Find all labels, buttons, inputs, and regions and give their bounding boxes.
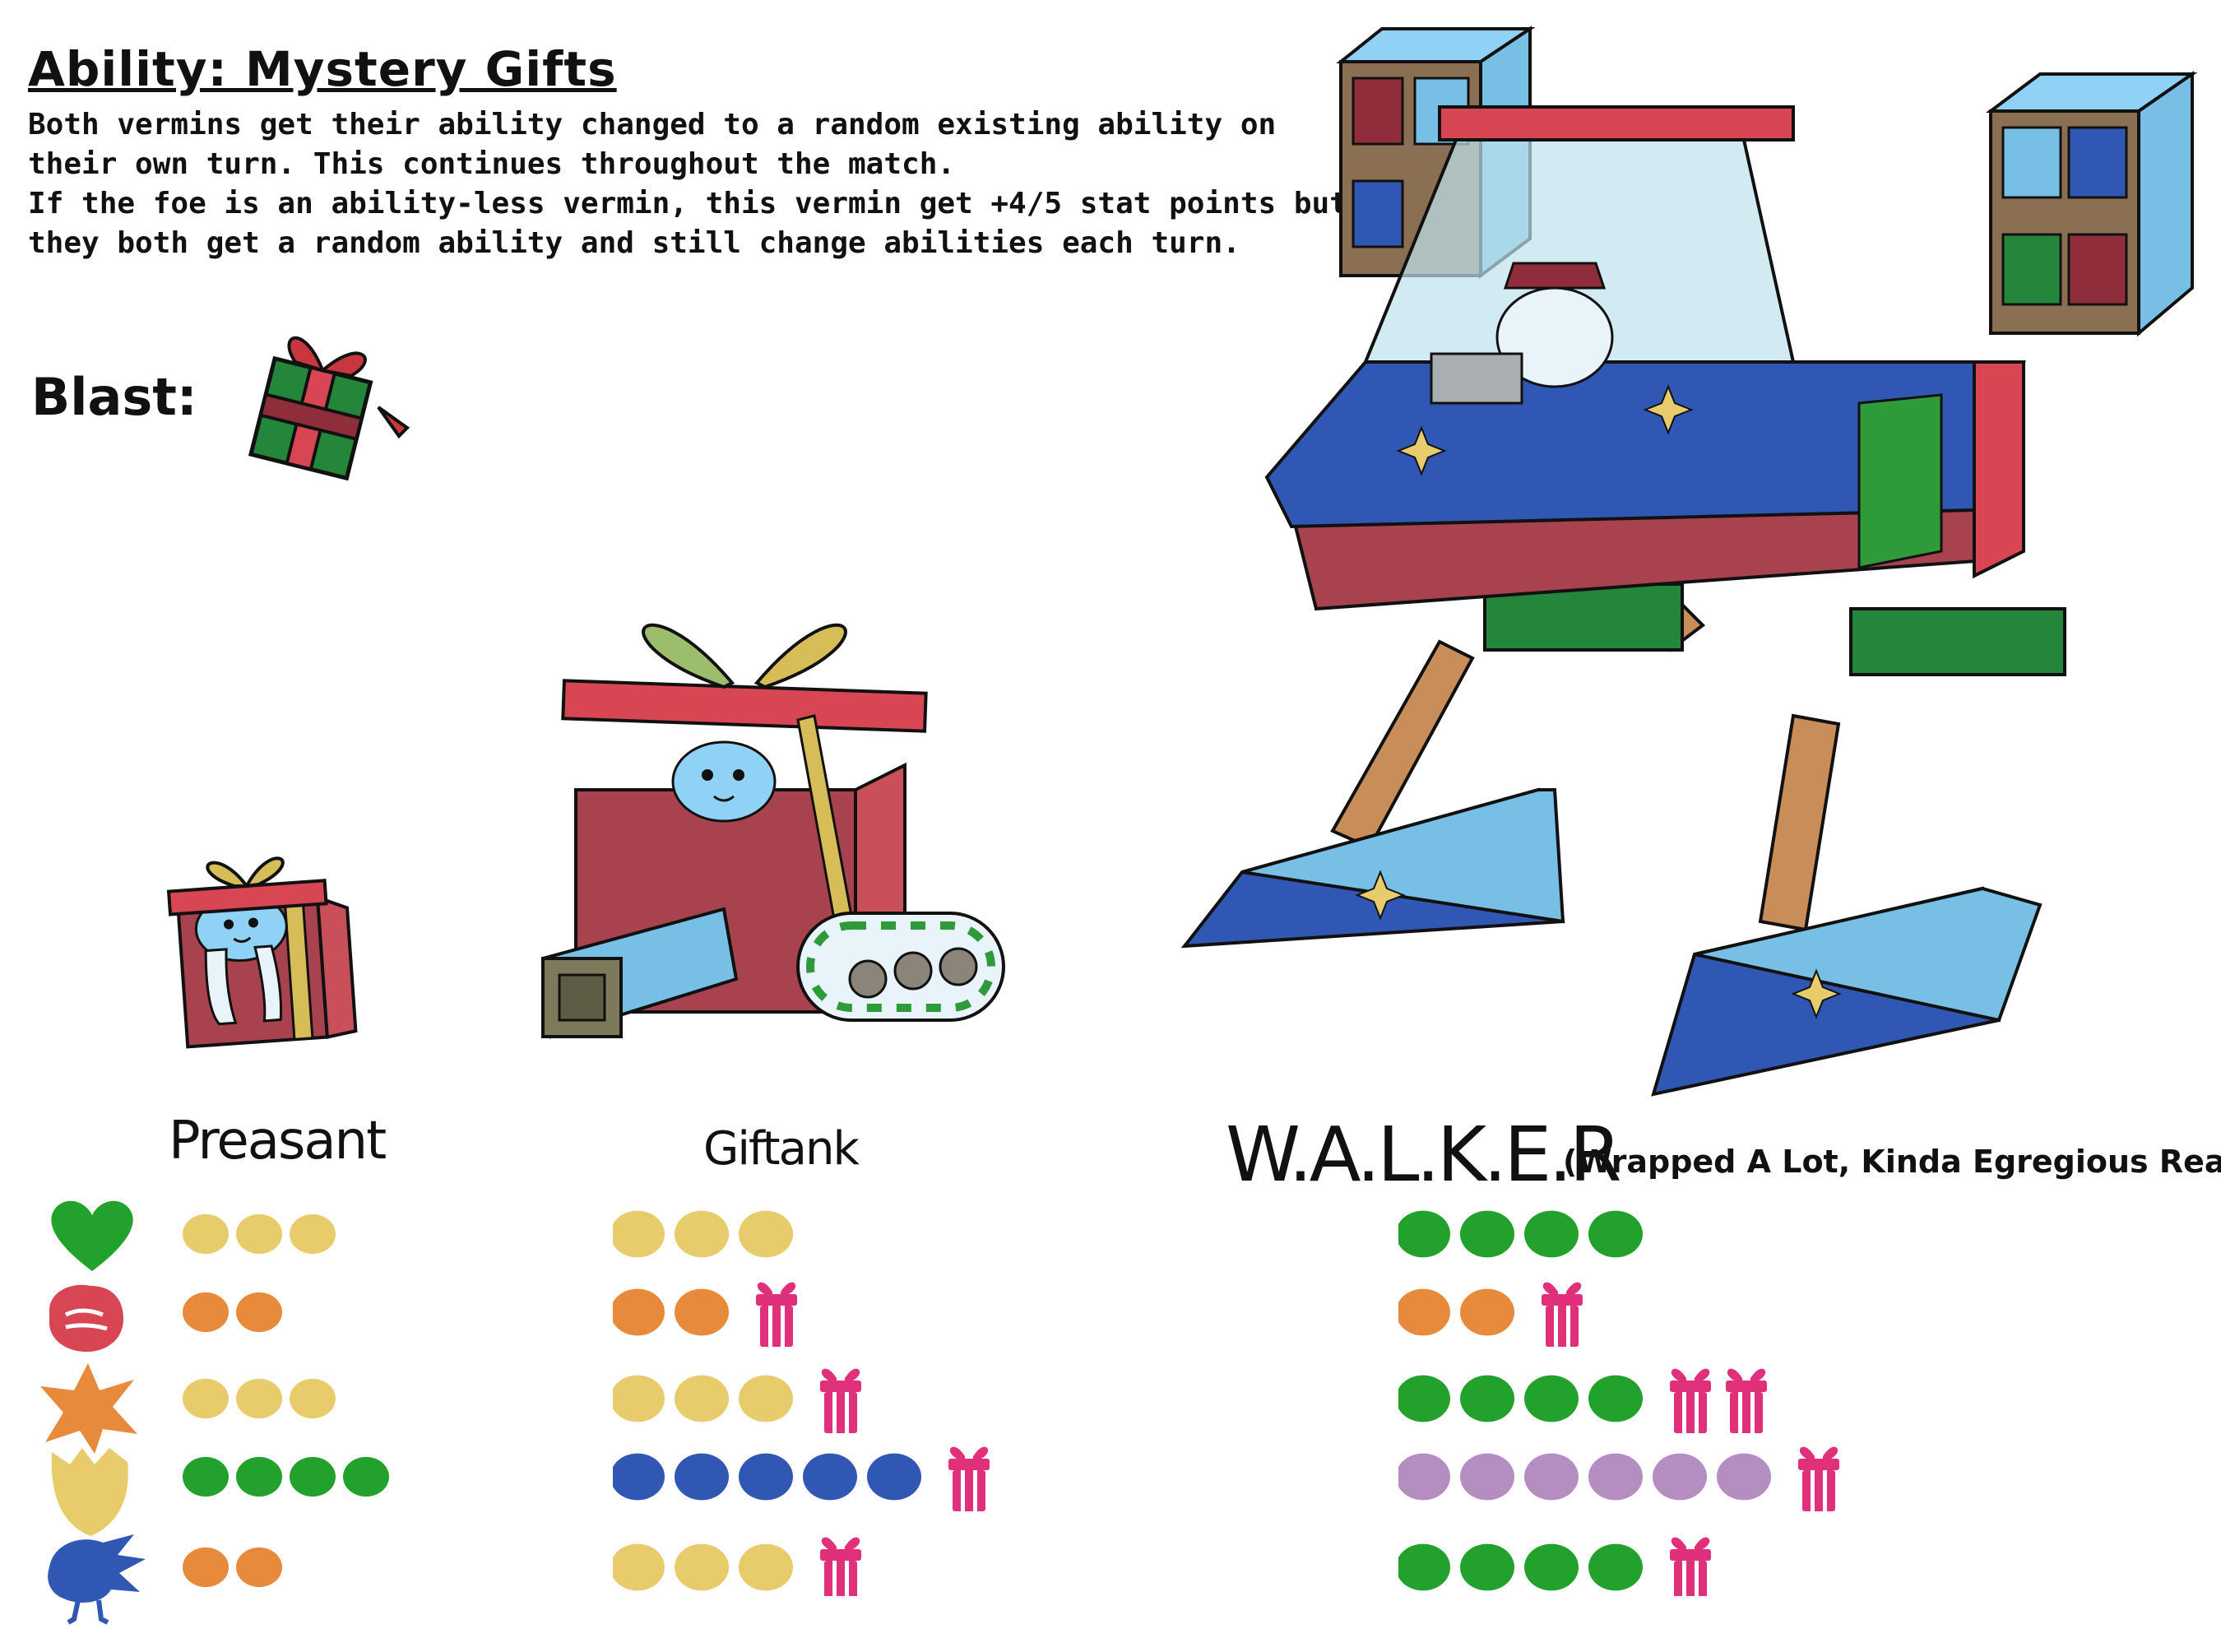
bonus-gift-icon (948, 1446, 990, 1511)
description-line: their own turn. This continues throughou… (28, 147, 956, 181)
stats-giftank (613, 1209, 1041, 1596)
stat-point (1398, 1375, 1450, 1422)
stat-point (739, 1210, 793, 1258)
stat-point (675, 1543, 729, 1591)
stat-point (1524, 1543, 1579, 1591)
shield-icon (51, 1448, 128, 1536)
stat-point (1588, 1453, 1643, 1501)
stat-point (1398, 1210, 1450, 1258)
bonus-gift-icon (1542, 1282, 1583, 1347)
form-name-preasant: Preasant (169, 1111, 387, 1172)
description-line: Both vermins get their ability changed t… (28, 108, 1277, 142)
gift-box-icon (248, 336, 410, 481)
stat-point (613, 1375, 665, 1422)
stat-point (1460, 1453, 1514, 1501)
fist-icon (49, 1284, 123, 1352)
stat-point (613, 1543, 665, 1591)
stat-point (739, 1543, 793, 1591)
stat-point (803, 1453, 857, 1501)
ability-title: Ability: Mystery Gifts (28, 41, 617, 97)
stat-point (1653, 1453, 1707, 1501)
stat-point (675, 1453, 729, 1501)
bonus-gift-icon (1670, 1368, 1711, 1433)
stat-point (675, 1375, 729, 1422)
stat-point (236, 1378, 282, 1419)
bonus-gift-icon (820, 1368, 861, 1433)
stat-point (1460, 1210, 1514, 1258)
stat-point (1524, 1453, 1579, 1501)
stat-point (1460, 1288, 1514, 1336)
stat-point (675, 1288, 729, 1336)
stat-point (675, 1210, 729, 1258)
stat-point (613, 1453, 665, 1501)
stat-point (290, 1378, 336, 1419)
stat-point (739, 1453, 793, 1501)
stat-point (343, 1456, 389, 1497)
stat-point (1398, 1543, 1450, 1591)
stat-point (1717, 1453, 1771, 1501)
stats-preasant (181, 1209, 526, 1596)
heart-icon (51, 1200, 133, 1271)
stat-point (183, 1456, 229, 1497)
blast-label: Blast: (31, 367, 197, 427)
stat-point (1460, 1543, 1514, 1591)
stats-walker (1398, 1209, 1941, 1596)
stat-point (236, 1456, 282, 1497)
bonus-gift-icon (756, 1282, 797, 1347)
stat-point (1588, 1543, 1643, 1591)
form-name-walker: W.A.L.K.E.R (1226, 1111, 1622, 1199)
stat-point (867, 1453, 921, 1501)
stat-point (183, 1292, 229, 1333)
stat-dots (183, 1213, 389, 1588)
stat-point (613, 1210, 665, 1258)
bonus-gift-icon (1798, 1446, 1839, 1511)
ability-description: Both vermins get their ability changed t… (28, 105, 1347, 263)
stat-point (1460, 1375, 1514, 1422)
stat-point (1398, 1453, 1450, 1501)
stat-point (1588, 1210, 1643, 1258)
stat-point (1398, 1288, 1450, 1336)
burst-icon (40, 1363, 137, 1454)
stat-point (1524, 1375, 1579, 1422)
bonus-gift-icon (1670, 1537, 1711, 1596)
stat-point (290, 1456, 336, 1497)
stat-dots (613, 1210, 990, 1596)
stat-point (236, 1292, 282, 1333)
stat-point (183, 1547, 229, 1588)
stat-point (183, 1378, 229, 1419)
stat-point (1588, 1375, 1643, 1422)
speed-icon (48, 1534, 146, 1625)
bonus-gift-icon (820, 1537, 861, 1596)
stat-point (1524, 1210, 1579, 1258)
walker-illustration (1180, 26, 2198, 1097)
stat-point (236, 1213, 282, 1255)
stat-point (739, 1375, 793, 1422)
stat-dots (1398, 1210, 1839, 1596)
description-line: If the foe is an ability-less vermin, th… (28, 187, 1347, 220)
form-name-giftank: Giftank (703, 1122, 860, 1176)
description-line: they both get a random ability and still… (28, 226, 1240, 260)
form-subtitle-walker: (Wrapped A Lot, Kinda Egregious Really) (1563, 1144, 2221, 1180)
stat-point (183, 1213, 229, 1255)
stat-point (613, 1288, 665, 1336)
stat-point (290, 1213, 336, 1255)
preasant-illustration (166, 856, 358, 1049)
giftank-illustration (540, 623, 1005, 1039)
stat-point (236, 1547, 282, 1588)
bonus-gift-icon (1726, 1368, 1767, 1433)
